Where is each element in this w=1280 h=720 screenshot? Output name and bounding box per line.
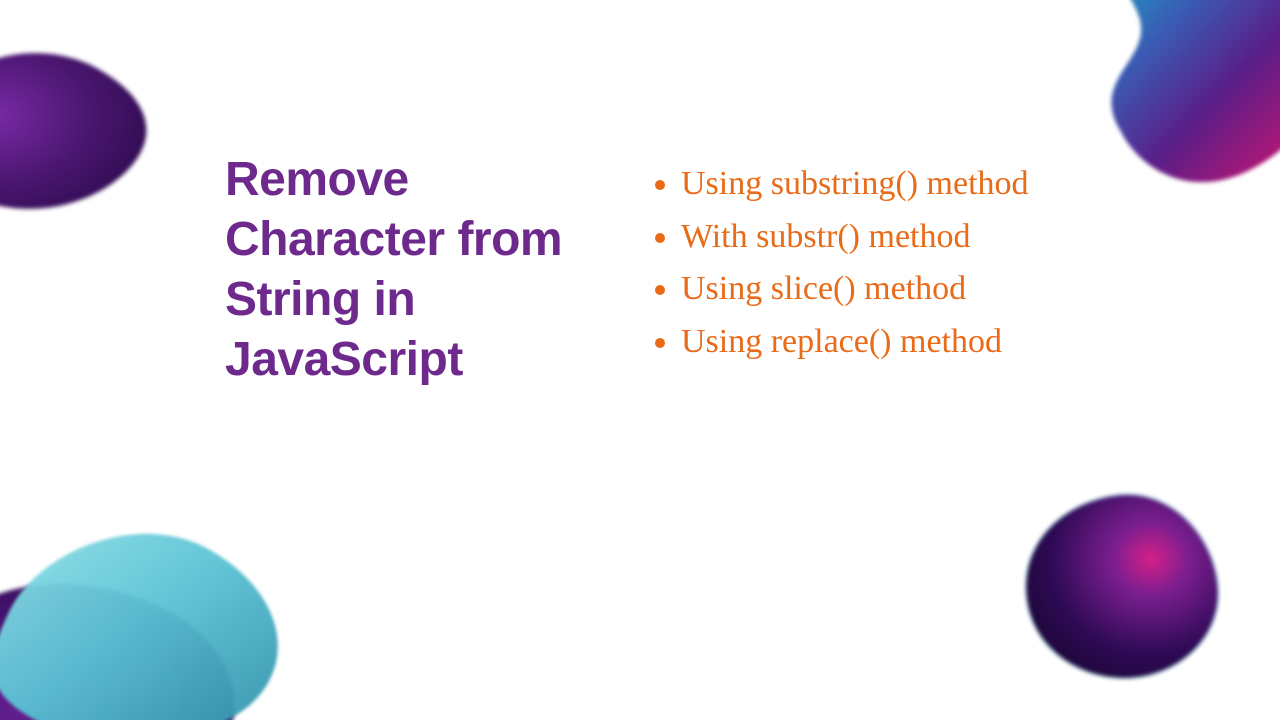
list-item: Using slice() method <box>681 263 1200 316</box>
methods-list-block: Using substring() method With substr() m… <box>645 150 1200 390</box>
title-block: Remove Character from String in JavaScri… <box>225 150 605 390</box>
decorative-blob-bottom-right <box>1020 490 1220 680</box>
content-row: Remove Character from String in JavaScri… <box>225 150 1200 390</box>
decorative-blob-bottom-left-front <box>0 490 340 720</box>
slide: Remove Character from String in JavaScri… <box>0 0 1280 720</box>
list-item: Using replace() method <box>681 316 1200 369</box>
page-title: Remove Character from String in JavaScri… <box>225 150 605 390</box>
methods-list: Using substring() method With substr() m… <box>645 158 1200 369</box>
decorative-blob-top-left <box>0 40 190 220</box>
list-item: Using substring() method <box>681 158 1200 211</box>
list-item: With substr() method <box>681 211 1200 264</box>
